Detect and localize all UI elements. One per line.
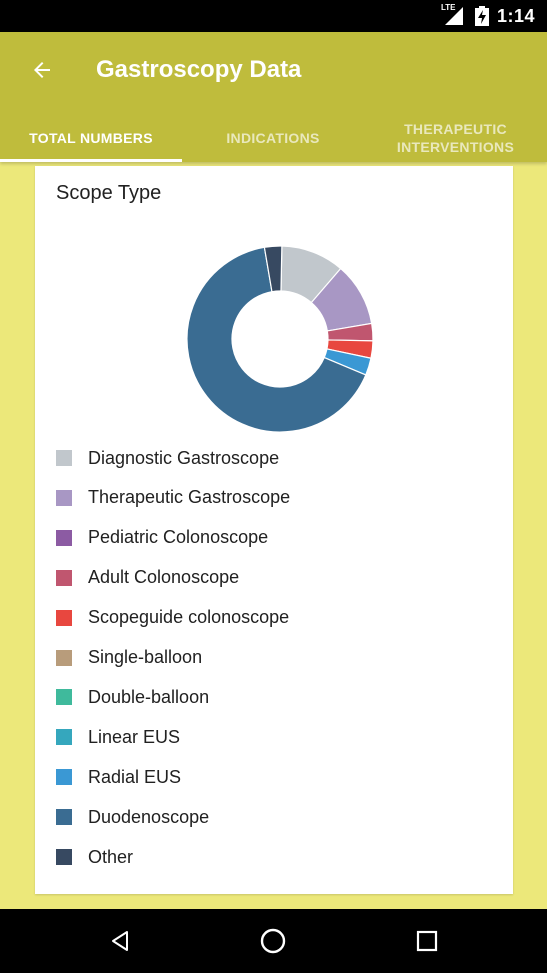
legend-label: Radial EUS: [88, 766, 182, 787]
legend-swatch: [56, 450, 72, 466]
signal-icon: LTE: [440, 3, 467, 26]
tab-therapeutic-interventions[interactable]: THERAPEUTIC INTERVENTIONS: [364, 114, 547, 162]
legend-swatch: [56, 529, 72, 546]
nav-home-button[interactable]: [253, 921, 293, 961]
legend-swatch: [56, 489, 72, 506]
nav-recents-button[interactable]: [407, 921, 447, 961]
legend-item: Radial EUS: [56, 765, 476, 789]
scope-type-donut-chart: [186, 245, 374, 433]
legend-item: Single-balloon: [56, 646, 476, 670]
legend-label: Therapeutic Gastroscope: [88, 487, 291, 508]
legend-label: Pediatric Colonoscope: [88, 527, 269, 548]
page-title: Gastroscopy Data: [96, 56, 302, 83]
legend-item: Pediatric Colonoscope: [56, 526, 476, 550]
status-bar: LTE 1:14: [0, 0, 547, 32]
legend-item: Duodenoscope: [56, 805, 476, 829]
arrow-back-icon: [34, 62, 50, 78]
legend-item: Therapeutic Gastroscope: [56, 486, 476, 510]
network-type: LTE: [440, 3, 456, 12]
nav-back-button[interactable]: [100, 921, 140, 961]
legend-swatch: [56, 809, 72, 826]
home-circle-icon: [260, 928, 286, 954]
app-bar: Gastroscopy Data TOTAL NUMBERS INDICATIO…: [0, 32, 547, 162]
legend-swatch: [56, 729, 72, 746]
legend-item: Scopeguide colonoscope: [56, 606, 476, 630]
clock: 1:14: [496, 5, 535, 26]
legend-item: Double-balloon: [56, 685, 476, 709]
legend-label: Other: [88, 846, 134, 867]
legend-swatch: [56, 849, 72, 865]
legend-label: Diagnostic Gastroscope: [88, 447, 280, 468]
legend-label: Scopeguide colonoscope: [88, 607, 290, 628]
back-button[interactable]: [18, 52, 66, 88]
legend-label: Duodenoscope: [88, 806, 210, 827]
legend-label: Double-balloon: [88, 686, 210, 707]
scope-type-card: Scope Type Diagnostic Gastroscope Therape…: [35, 166, 513, 894]
card-title: Scope Type: [56, 182, 162, 204]
legend-swatch: [56, 649, 72, 666]
legend-item: Adult Colonoscope: [56, 566, 476, 590]
legend-item: Linear EUS: [56, 725, 476, 749]
back-triangle-icon: [112, 931, 128, 951]
legend-label: Adult Colonoscope: [88, 567, 240, 588]
tab-bar: TOTAL NUMBERS INDICATIONS THERAPEUTIC IN…: [0, 114, 547, 162]
status-icons: LTE 1:14: [440, 0, 535, 32]
legend-swatch: [56, 769, 72, 786]
legend-swatch: [56, 609, 72, 626]
legend-label: Linear EUS: [88, 726, 181, 747]
legend-swatch: [56, 569, 72, 586]
battery-charging-icon: [474, 6, 489, 26]
legend-label: Single-balloon: [88, 647, 203, 667]
tab-indicator: [0, 159, 182, 162]
navigation-bar: [0, 909, 547, 973]
legend-item: Diagnostic Gastroscope: [56, 446, 476, 470]
recents-square-icon: [416, 930, 438, 952]
tab-indications[interactable]: INDICATIONS: [182, 114, 364, 162]
legend-item: Other: [56, 845, 476, 869]
tab-total-numbers[interactable]: TOTAL NUMBERS: [0, 114, 182, 162]
legend-swatch: [56, 689, 72, 706]
